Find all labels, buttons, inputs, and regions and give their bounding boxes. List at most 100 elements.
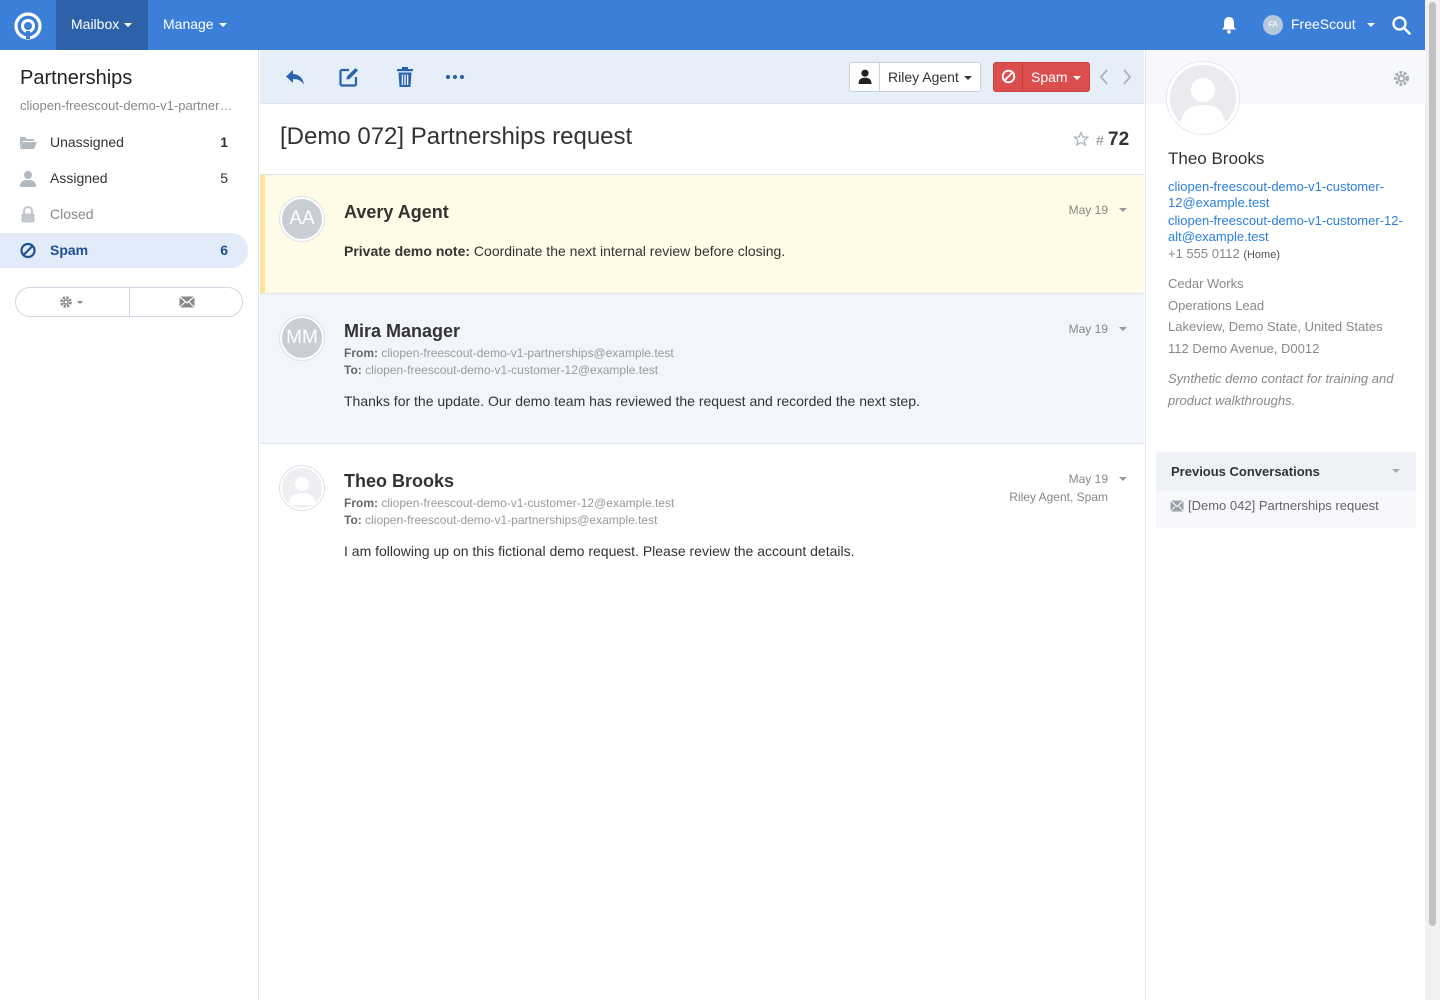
scrollbar-thumb[interactable] bbox=[1429, 2, 1436, 926]
assignee-dropdown[interactable]: Riley Agent bbox=[849, 62, 981, 92]
conversation-toolbar: Riley Agent Spam bbox=[260, 50, 1144, 104]
edit-icon[interactable] bbox=[338, 66, 360, 88]
customer-job-title: Operations Lead bbox=[1168, 298, 1265, 313]
customer-sidebar: Theo Brooks cliopen-freescout-demo-v1-cu… bbox=[1145, 50, 1426, 1000]
more-options-icon[interactable] bbox=[444, 66, 466, 88]
folder-closed[interactable]: Closed bbox=[0, 197, 248, 232]
mailbox-title: Partnerships bbox=[20, 67, 133, 89]
lock-icon bbox=[21, 206, 35, 223]
mailbox-sidebar: Partnerships cliopen-freescout-demo-v1-p… bbox=[0, 50, 259, 1000]
folder-spam[interactable]: Spam 6 bbox=[0, 233, 248, 268]
customer-company: Cedar Works bbox=[1168, 276, 1244, 291]
new-conversation-button[interactable] bbox=[130, 288, 244, 316]
thread-menu-chevron-icon[interactable] bbox=[1119, 327, 1127, 331]
note-text: Coordinate the next internal review befo… bbox=[470, 243, 786, 259]
avatar: AA bbox=[280, 197, 324, 241]
star-icon[interactable] bbox=[1073, 131, 1089, 147]
thread-to: To: cliopen-freescout-demo-v1-partnershi… bbox=[344, 513, 657, 527]
mailbox-email: cliopen-freescout-demo-v1-partnerships@e… bbox=[20, 98, 235, 113]
thread-from: From: cliopen-freescout-demo-v1-partners… bbox=[344, 346, 674, 360]
chevron-down-icon bbox=[124, 23, 133, 28]
freescout-logo-icon[interactable] bbox=[13, 11, 43, 41]
folder-count: 1 bbox=[220, 134, 228, 150]
chevron-down-icon bbox=[1367, 23, 1375, 27]
user-icon bbox=[858, 69, 872, 84]
nav-manage-label: Manage bbox=[163, 16, 214, 32]
page-scrollbar[interactable] bbox=[1425, 0, 1440, 1000]
bell-icon[interactable] bbox=[1219, 15, 1239, 35]
chevron-down-icon bbox=[1392, 469, 1400, 473]
avatar bbox=[280, 466, 324, 510]
from-label: From: bbox=[344, 496, 378, 510]
customer-phone: +1 555 0112 (Home) bbox=[1168, 246, 1280, 261]
gear-icon bbox=[60, 296, 83, 308]
nav-mailbox-label: Mailbox bbox=[71, 16, 120, 32]
ban-icon bbox=[1001, 69, 1016, 84]
folder-unassigned[interactable]: Unassigned 1 bbox=[0, 125, 248, 160]
person-placeholder-icon bbox=[1180, 78, 1226, 131]
trash-icon[interactable] bbox=[394, 66, 416, 88]
customer-location: Lakeview, Demo State, United States bbox=[1168, 319, 1383, 334]
phone-number: +1 555 0112 bbox=[1168, 246, 1240, 261]
sidebar-actions-group bbox=[15, 287, 243, 317]
thread-author: Avery Agent bbox=[344, 202, 449, 222]
from-label: From: bbox=[344, 346, 378, 360]
thread-note: AA Avery Agent May 19 Private demo note:… bbox=[260, 175, 1144, 294]
status-icon-box bbox=[994, 63, 1023, 91]
user-menu-name[interactable]: FreeScout bbox=[1291, 0, 1356, 49]
thread-author: Theo Brooks bbox=[344, 471, 455, 491]
note-label: Private demo note: bbox=[344, 243, 471, 259]
previous-conversations-header[interactable]: Previous Conversations bbox=[1156, 452, 1416, 490]
search-icon[interactable] bbox=[1391, 15, 1411, 35]
user-avatar[interactable]: FA bbox=[1263, 15, 1283, 35]
ban-icon bbox=[20, 242, 36, 259]
status-dropdown[interactable]: Spam bbox=[993, 62, 1090, 92]
thread-date: May 19 bbox=[1068, 472, 1108, 486]
thread-menu-chevron-icon[interactable] bbox=[1119, 208, 1127, 212]
avatar: MM bbox=[280, 316, 324, 360]
person-placeholder-icon bbox=[289, 477, 315, 505]
thread-message: MM Mira Manager May 19 From: cliopen-fre… bbox=[260, 294, 1144, 444]
customer-email-link[interactable]: cliopen-freescout-demo-v1-customer-12-al… bbox=[1168, 213, 1408, 245]
nav-manage-menu[interactable]: Manage bbox=[148, 0, 242, 50]
mailbox-settings-button[interactable] bbox=[16, 288, 130, 316]
to-label: To: bbox=[344, 363, 362, 377]
thread-date: May 19 bbox=[1068, 322, 1108, 336]
customer-email-link[interactable]: cliopen-freescout-demo-v1-customer-12@ex… bbox=[1168, 179, 1408, 211]
customer-avatar bbox=[1167, 62, 1239, 134]
from-address: cliopen-freescout-demo-v1-partnerships@e… bbox=[381, 346, 674, 360]
folder-assigned[interactable]: Assigned 5 bbox=[0, 161, 248, 196]
folder-label: Assigned bbox=[50, 170, 108, 186]
assignee-icon-box bbox=[850, 63, 880, 91]
conversation-number: 72 bbox=[1108, 129, 1130, 150]
status-label: Spam bbox=[1031, 69, 1068, 85]
thread-from: From: cliopen-freescout-demo-v1-customer… bbox=[344, 496, 674, 510]
conversation-header: [Demo 072] Partnerships request # 72 bbox=[260, 104, 1144, 175]
to-address: cliopen-freescout-demo-v1-partnerships@e… bbox=[365, 513, 658, 527]
chevron-down-icon bbox=[1073, 76, 1081, 80]
envelope-icon bbox=[1170, 500, 1184, 512]
nav-mailbox-menu[interactable]: Mailbox bbox=[56, 0, 148, 50]
folder-label: Closed bbox=[50, 206, 94, 222]
assignee-name: Riley Agent bbox=[888, 69, 959, 85]
folder-label: Spam bbox=[50, 242, 89, 258]
top-navbar: Mailbox Manage FA FreeScout bbox=[0, 0, 1425, 50]
thread-message: Theo Brooks May 19 Riley Agent, Spam Fro… bbox=[260, 444, 1144, 594]
thread-body: I am following up on this fictional demo… bbox=[344, 543, 855, 559]
chevron-left-icon bbox=[1099, 69, 1108, 85]
conversation-subject: [Demo 072] Partnerships request bbox=[280, 123, 633, 150]
to-address: cliopen-freescout-demo-v1-customer-12@ex… bbox=[365, 363, 659, 377]
thread-body: Thanks for the update. Our demo team has… bbox=[344, 393, 920, 409]
reply-icon[interactable] bbox=[284, 66, 306, 88]
gear-icon[interactable] bbox=[1393, 70, 1410, 87]
thread-menu-chevron-icon[interactable] bbox=[1119, 477, 1127, 481]
phone-type: (Home) bbox=[1243, 249, 1280, 261]
from-address: cliopen-freescout-demo-v1-customer-12@ex… bbox=[381, 496, 675, 510]
previous-conversations-title: Previous Conversations bbox=[1171, 464, 1320, 479]
to-label: To: bbox=[344, 513, 362, 527]
previous-conversation-link[interactable]: [Demo 042] Partnerships request bbox=[1156, 490, 1416, 528]
thread-to: To: cliopen-freescout-demo-v1-customer-1… bbox=[344, 363, 658, 377]
conversation-hash: # bbox=[1096, 132, 1104, 148]
customer-name: Theo Brooks bbox=[1168, 149, 1265, 168]
conversation-nav-arrows bbox=[1099, 69, 1132, 85]
